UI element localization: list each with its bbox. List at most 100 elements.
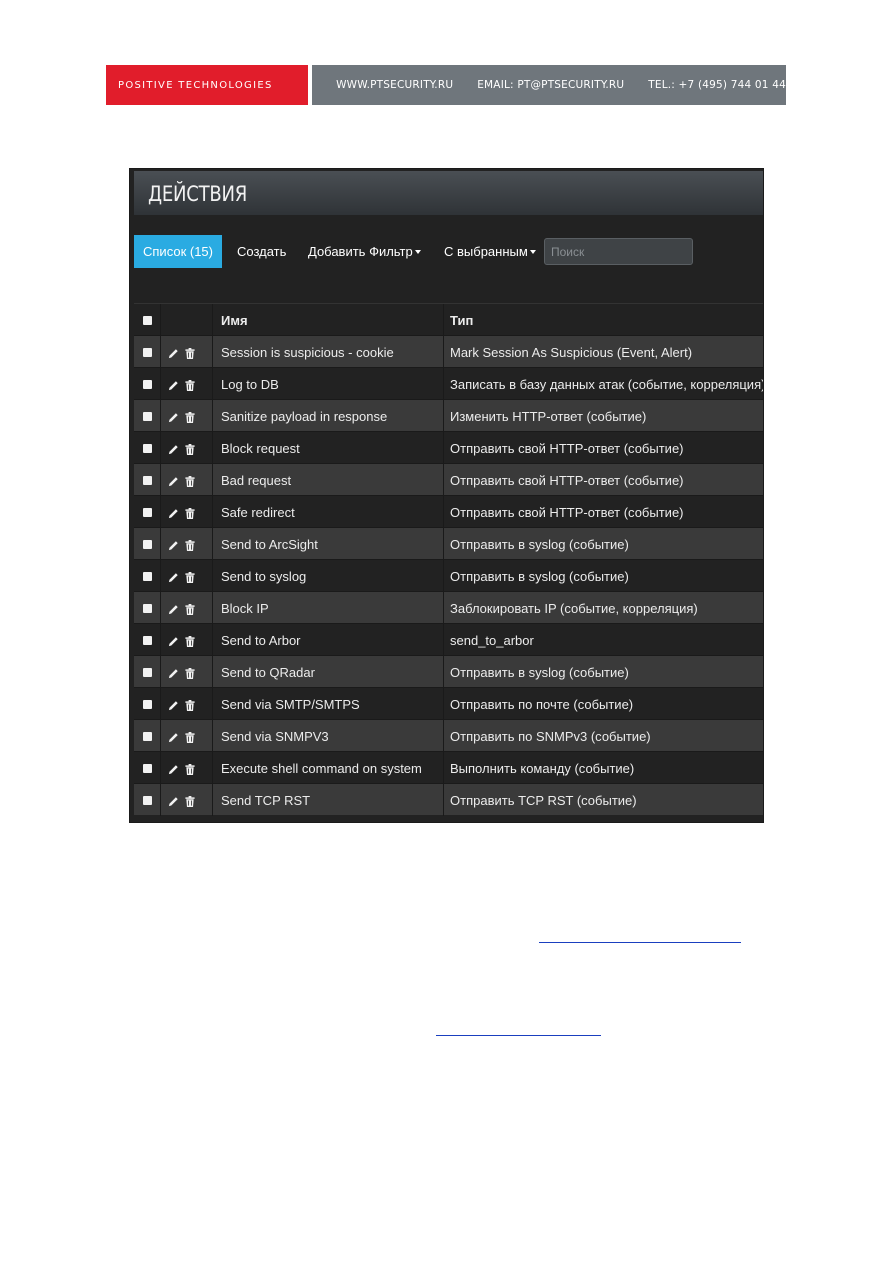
row-checkbox[interactable]: [142, 667, 152, 677]
row-checkbox[interactable]: [142, 539, 152, 549]
row-checkbox[interactable]: [142, 699, 152, 709]
with-selected-dropdown[interactable]: С выбранным: [444, 235, 536, 268]
row-select-cell: [134, 496, 161, 528]
trash-icon[interactable]: [185, 603, 195, 615]
row-checkbox[interactable]: [142, 443, 152, 453]
pencil-icon[interactable]: [168, 443, 179, 454]
row-checkbox[interactable]: [142, 507, 152, 517]
add-filter-dropdown[interactable]: Добавить Фильтр: [308, 235, 421, 268]
table-row[interactable]: Send to syslog Отправить в syslog (событи…: [134, 559, 763, 592]
pencil-icon[interactable]: [168, 379, 179, 390]
select-all-checkbox[interactable]: [142, 315, 152, 325]
pencil-icon[interactable]: [168, 603, 179, 614]
row-checkbox[interactable]: [142, 731, 152, 741]
row-checkbox[interactable]: [142, 475, 152, 485]
action-type-cell: Записать в базу данных атак (событие, ко…: [450, 376, 764, 392]
table-row[interactable]: Execute shell command on system Выполнить…: [134, 751, 763, 784]
caret-down-icon: [529, 249, 536, 254]
pencil-icon[interactable]: [168, 699, 179, 710]
table-row[interactable]: Send via SNMPV3 Отправить по SNMPv3 (собы…: [134, 719, 763, 752]
row-select-cell: [134, 432, 161, 464]
table-row[interactable]: Send TCP RST Отправить TCP RST (событие): [134, 783, 763, 816]
trash-icon[interactable]: [185, 635, 195, 647]
action-name-cell: Send to QRadar: [213, 656, 444, 688]
row-checkbox[interactable]: [142, 635, 152, 645]
type-column-header[interactable]: Тип: [444, 304, 763, 336]
action-type-cell: Отправить в syslog (событие): [450, 664, 629, 680]
pencil-icon[interactable]: [168, 667, 179, 678]
action-name-cell: Safe redirect: [213, 496, 444, 528]
row-select-cell: [134, 560, 161, 592]
trash-icon[interactable]: [185, 347, 195, 359]
row-checkbox[interactable]: [142, 347, 152, 357]
action-type-cell: Отправить свой HTTP-ответ (событие): [450, 440, 684, 456]
pencil-icon[interactable]: [168, 539, 179, 550]
pencil-icon[interactable]: [168, 763, 179, 774]
table-row[interactable]: Block request Отправить свой HTTP-ответ (…: [134, 431, 763, 464]
actions-app-window: ДЕЙСТВИЯ Список (15) Создать Добавить Фи…: [129, 168, 764, 823]
pencil-icon[interactable]: [168, 571, 179, 582]
search-input[interactable]: [544, 238, 693, 265]
trash-icon[interactable]: [185, 507, 195, 519]
trash-icon[interactable]: [185, 795, 195, 807]
trash-icon[interactable]: [185, 699, 195, 711]
row-checkbox[interactable]: [142, 571, 152, 581]
action-name-cell: Block IP: [213, 592, 444, 624]
trash-icon[interactable]: [185, 379, 195, 391]
action-type-cell: Отправить по SNMPv3 (событие): [450, 728, 651, 744]
trash-icon[interactable]: [185, 667, 195, 679]
document-link[interactable]: [436, 1035, 601, 1036]
table-row[interactable]: Send to QRadar Отправить в syslog (событи…: [134, 655, 763, 688]
row-actions-cell: [161, 656, 213, 688]
action-type-cell: Отправить в syslog (событие): [450, 568, 629, 584]
row-checkbox[interactable]: [142, 603, 152, 613]
actions-header-cell: [161, 304, 213, 336]
row-actions-cell: [161, 752, 213, 784]
pencil-icon[interactable]: [168, 475, 179, 486]
tab-list[interactable]: Список (15): [134, 235, 222, 268]
trash-icon[interactable]: [185, 539, 195, 551]
trash-icon[interactable]: [185, 443, 195, 455]
pencil-icon[interactable]: [168, 507, 179, 518]
row-actions-cell: [161, 560, 213, 592]
pencil-icon[interactable]: [168, 795, 179, 806]
table-header-row: Имя Тип: [134, 303, 763, 336]
pencil-icon[interactable]: [168, 635, 179, 646]
trash-icon[interactable]: [185, 731, 195, 743]
table-row[interactable]: Sanitize payload in response Изменить HTT…: [134, 399, 763, 432]
row-checkbox[interactable]: [142, 795, 152, 805]
row-checkbox[interactable]: [142, 763, 152, 773]
action-type-cell: Отправить TCP RST (событие): [450, 792, 637, 808]
action-name-cell: Send via SNMPV3: [213, 720, 444, 752]
pencil-icon[interactable]: [168, 411, 179, 422]
row-select-cell: [134, 688, 161, 720]
pencil-icon[interactable]: [168, 731, 179, 742]
action-name-cell: Send TCP RST: [213, 784, 444, 816]
table-row[interactable]: Block IP Заблокировать IP (событие, корре…: [134, 591, 763, 624]
pencil-icon[interactable]: [168, 347, 179, 358]
table-row[interactable]: Session is suspicious - cookie Mark Sessi…: [134, 335, 763, 368]
row-actions-cell: [161, 688, 213, 720]
table-row[interactable]: Send to ArcSight Отправить в syslog (собы…: [134, 527, 763, 560]
row-checkbox[interactable]: [142, 411, 152, 421]
table-row[interactable]: Send via SMTP/SMTPS Отправить по почте (с…: [134, 687, 763, 720]
table-row[interactable]: Log to DB Записать в базу данных атак (со…: [134, 367, 764, 400]
trash-icon[interactable]: [185, 475, 195, 487]
table-row[interactable]: Safe redirect Отправить свой HTTP-ответ (…: [134, 495, 763, 528]
create-button[interactable]: Создать: [237, 235, 286, 268]
row-checkbox[interactable]: [142, 379, 152, 389]
action-type-cell: Отправить в syslog (событие): [450, 536, 629, 552]
actions-table: Имя Тип Session is suspicious - cookie Ma…: [134, 303, 764, 816]
row-select-cell: [134, 752, 161, 784]
action-name-cell: Execute shell command on system: [213, 752, 444, 784]
name-column-header[interactable]: Имя: [213, 304, 444, 336]
table-row[interactable]: Bad request Отправить свой HTTP-ответ (со…: [134, 463, 763, 496]
document-link[interactable]: [539, 942, 741, 943]
row-select-cell: [134, 720, 161, 752]
table-row[interactable]: Send to Arbor send_to_arbor: [134, 623, 763, 656]
row-actions-cell: [161, 336, 213, 368]
row-actions-cell: [161, 464, 213, 496]
trash-icon[interactable]: [185, 571, 195, 583]
trash-icon[interactable]: [185, 763, 195, 775]
trash-icon[interactable]: [185, 411, 195, 423]
